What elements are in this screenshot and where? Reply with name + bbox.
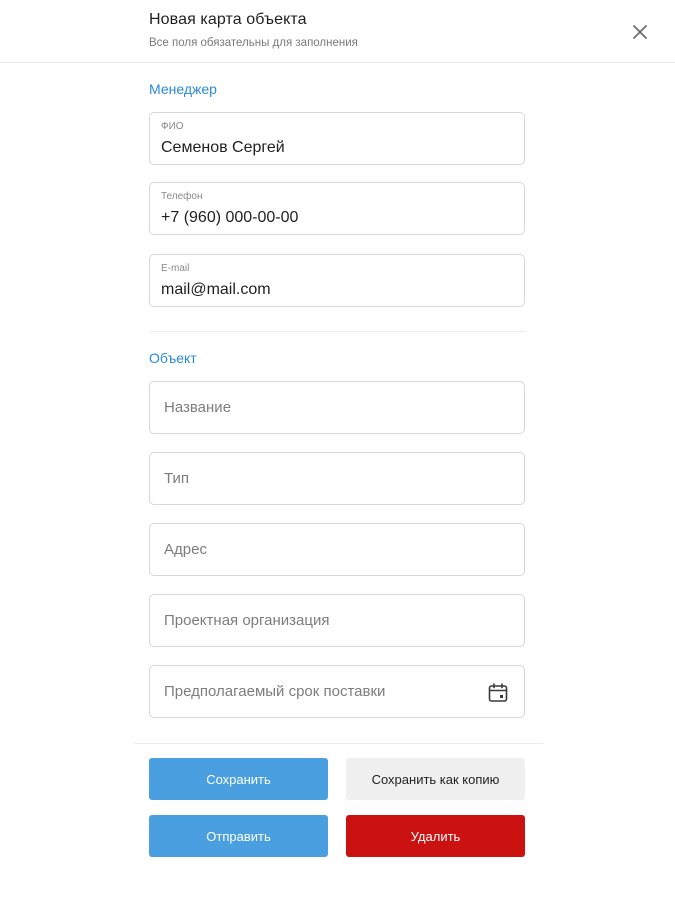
email-label: E-mail <box>161 263 190 274</box>
phone-field[interactable]: Телефон +7 (960) 000-00-00 <box>149 182 525 235</box>
delete-button[interactable]: Удалить <box>346 815 525 857</box>
save-copy-button[interactable]: Сохранить как копию <box>346 758 525 800</box>
phone-value: +7 (960) 000-00-00 <box>161 209 299 226</box>
type-placeholder: Тип <box>164 470 190 487</box>
email-field[interactable]: E-mail mail@mail.com <box>149 254 525 307</box>
address-placeholder: Адрес <box>164 541 207 558</box>
calendar-icon <box>488 683 508 702</box>
phone-label: Телефон <box>161 191 203 202</box>
modal-title: Новая карта объекта <box>149 11 307 28</box>
object-card-modal: Новая карта объекта Все поля обязательны… <box>0 0 675 900</box>
delivery-date-placeholder: Предполагаемый срок поставки <box>164 683 386 700</box>
close-button[interactable] <box>628 20 652 44</box>
object-section-title: Объект <box>149 350 197 366</box>
save-button[interactable]: Сохранить <box>149 758 328 800</box>
fio-value: Семенов Сергей <box>161 139 285 156</box>
fio-label: ФИО <box>161 121 184 132</box>
delivery-date-input[interactable]: Предполагаемый срок поставки <box>149 665 525 718</box>
footer-divider <box>134 743 543 744</box>
section-divider <box>149 331 526 332</box>
design-org-input[interactable]: Проектная организация <box>149 594 525 647</box>
design-org-placeholder: Проектная организация <box>164 612 330 629</box>
name-placeholder: Название <box>164 399 232 416</box>
type-input[interactable]: Тип <box>149 452 525 505</box>
modal-header: Новая карта объекта Все поля обязательны… <box>0 0 675 63</box>
manager-section-title: Менеджер <box>149 81 217 97</box>
fio-field[interactable]: ФИО Семенов Сергей <box>149 112 525 165</box>
address-input[interactable]: Адрес <box>149 523 525 576</box>
modal-subtitle: Все поля обязательны для заполнения <box>149 37 358 49</box>
calendar-button[interactable] <box>486 681 510 705</box>
send-button[interactable]: Отправить <box>149 815 328 857</box>
close-icon <box>633 25 647 39</box>
name-input[interactable]: Название <box>149 381 525 434</box>
email-value: mail@mail.com <box>161 281 271 298</box>
